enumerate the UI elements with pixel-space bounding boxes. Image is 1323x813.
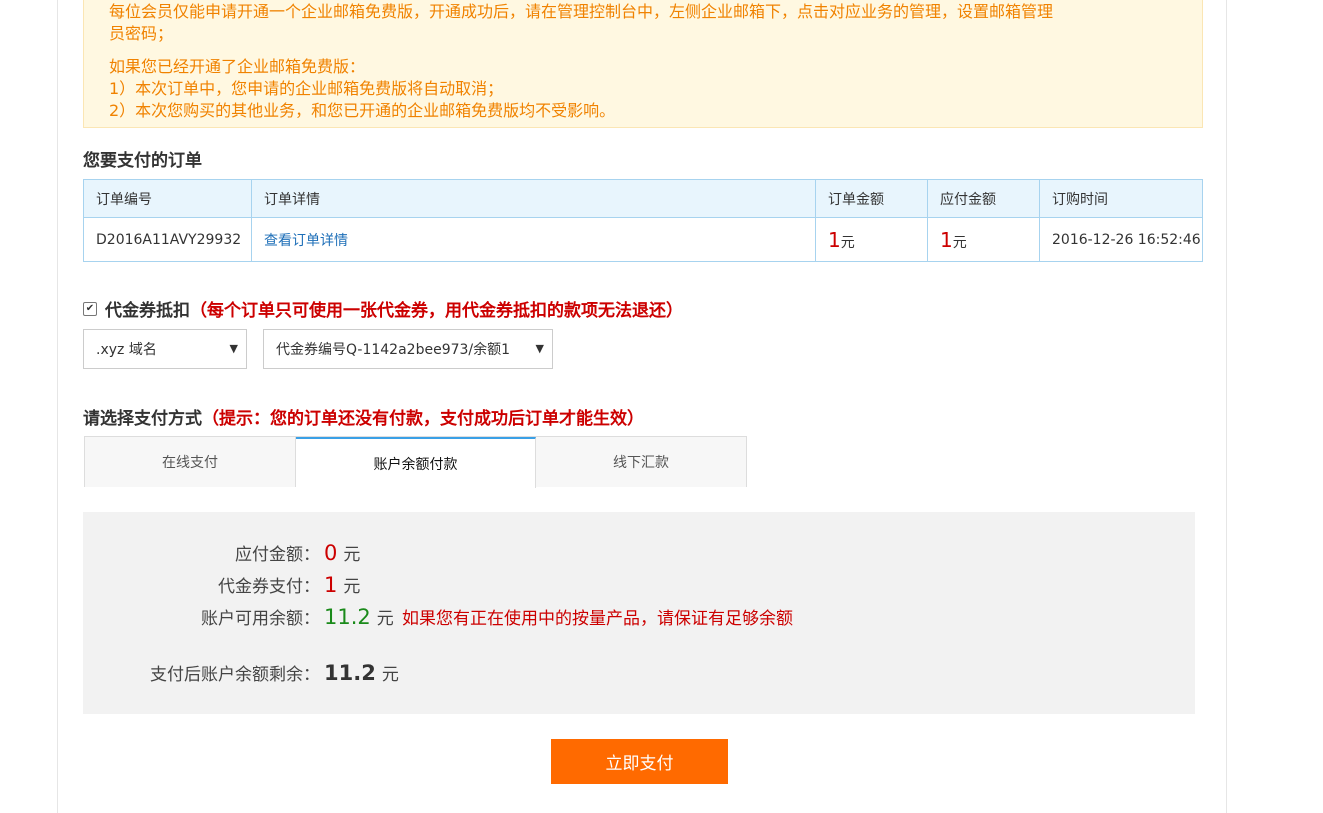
tab-offline-transfer[interactable]: 线下汇款 xyxy=(536,437,746,487)
notice-line: 1）本次订单中，您申请的企业邮箱免费版将自动取消； xyxy=(109,79,504,98)
balance-warning: 如果您有正在使用中的按量产品，请保证有足够余额 xyxy=(402,609,793,629)
order-no: D2016A11AVY29932 xyxy=(83,217,252,262)
notice-box: 每位会员仅能申请开通一个企业邮箱免费版，开通成功后，请在管理控制台中，左侧企业邮… xyxy=(83,0,1203,128)
payable-amount: 1 xyxy=(940,227,953,252)
currency-unit: 元 xyxy=(952,234,967,251)
currency-unit: 元 xyxy=(343,577,361,597)
payment-title-row: 请选择支付方式（提示：您的订单还没有付款，支付成功后订单才能生效） xyxy=(83,404,644,429)
voucher-pay-row: 代金券支付： 1 元 xyxy=(83,572,360,597)
remaining-label: 支付后账户余额剩余： xyxy=(150,665,320,685)
table-header-row: 订单编号 订单详情 订单金额 应付金额 订购时间 xyxy=(83,179,1203,218)
order-detail-cell: 查看订单详情 xyxy=(251,217,816,262)
order-time: 2016-12-26 16:52:46 xyxy=(1039,217,1203,262)
payment-title: 请选择支付方式 xyxy=(83,409,202,429)
payment-hint: （提示：您的订单还没有付款，支付成功后订单才能生效） xyxy=(202,409,644,429)
remaining-value: 11.2 xyxy=(324,661,376,685)
payable-amount-cell: 1元 xyxy=(927,217,1040,262)
voucher-number-select[interactable]: 代金券编号Q-1142a2bee973/余额1 ▼ xyxy=(263,329,553,369)
header-order-amount: 订单金额 xyxy=(815,179,928,218)
tab-online-payment[interactable]: 在线支付 xyxy=(85,437,296,487)
header-order-time: 订购时间 xyxy=(1039,179,1203,218)
currency-unit: 元 xyxy=(840,234,855,251)
payable-row: 应付金额： 0 元 xyxy=(83,540,360,565)
voucher-pay-label: 代金券支付： xyxy=(218,577,320,597)
header-order-no: 订单编号 xyxy=(83,179,252,218)
orders-table: 订单编号 订单详情 订单金额 应付金额 订购时间 D2016A11AVY2993… xyxy=(83,179,1203,262)
select-value: 代金券编号Q-1142a2bee973/余额1 xyxy=(276,342,511,358)
notice-line: 员密码； xyxy=(109,24,174,43)
voucher-pay-value: 1 xyxy=(324,573,338,597)
payable-value: 0 xyxy=(324,541,338,565)
payable-label: 应付金额： xyxy=(235,545,320,565)
balance-label: 账户可用余额： xyxy=(201,609,320,629)
pay-now-button[interactable]: 立即支付 xyxy=(551,739,728,784)
payment-panel: 应付金额： 0 元 代金券支付： 1 元 账户可用余额： 11.2 元 如果您有… xyxy=(83,512,1195,714)
orders-title: 您要支付的订单 xyxy=(83,151,202,171)
order-amount-cell: 1元 xyxy=(815,217,928,262)
currency-unit: 元 xyxy=(381,665,399,685)
dropdown-arrow-icon: ▼ xyxy=(229,342,238,355)
payment-tabs: 在线支付 账户余额付款 线下汇款 xyxy=(84,436,747,488)
voucher-hint: （每个订单只可使用一张代金券，用代金券抵扣的款项无法退还） xyxy=(190,301,683,321)
select-value: .xyz 域名 xyxy=(96,342,157,358)
voucher-checkbox[interactable]: ✔ xyxy=(83,301,97,316)
view-order-detail-link[interactable]: 查看订单详情 xyxy=(264,233,348,249)
table-row: D2016A11AVY29932 查看订单详情 1元 1元 2016-12-26… xyxy=(83,217,1203,262)
voucher-category-select[interactable]: .xyz 域名 ▼ xyxy=(83,329,247,369)
header-order-detail: 订单详情 xyxy=(251,179,816,218)
dropdown-arrow-icon: ▼ xyxy=(535,342,544,355)
remaining-row: 支付后账户余额剩余： 11.2 元 xyxy=(83,660,399,685)
header-payable-amount: 应付金额 xyxy=(927,179,1040,218)
notice-line: 2）本次您购买的其他业务，和您已开通的企业邮箱免费版均不受影响。 xyxy=(109,101,616,120)
currency-unit: 元 xyxy=(343,545,361,565)
tab-balance-payment[interactable]: 账户余额付款 xyxy=(296,437,536,488)
notice-line: 每位会员仅能申请开通一个企业邮箱免费版，开通成功后，请在管理控制台中，左侧企业邮… xyxy=(109,2,1054,21)
notice-line: 如果您已经开通了企业邮箱免费版： xyxy=(109,57,366,76)
voucher-row: ✔ 代金券抵扣 （每个订单只可使用一张代金券，用代金券抵扣的款项无法退还） xyxy=(83,296,683,321)
order-amount: 1 xyxy=(828,227,841,252)
voucher-label: 代金券抵扣 xyxy=(105,301,190,321)
